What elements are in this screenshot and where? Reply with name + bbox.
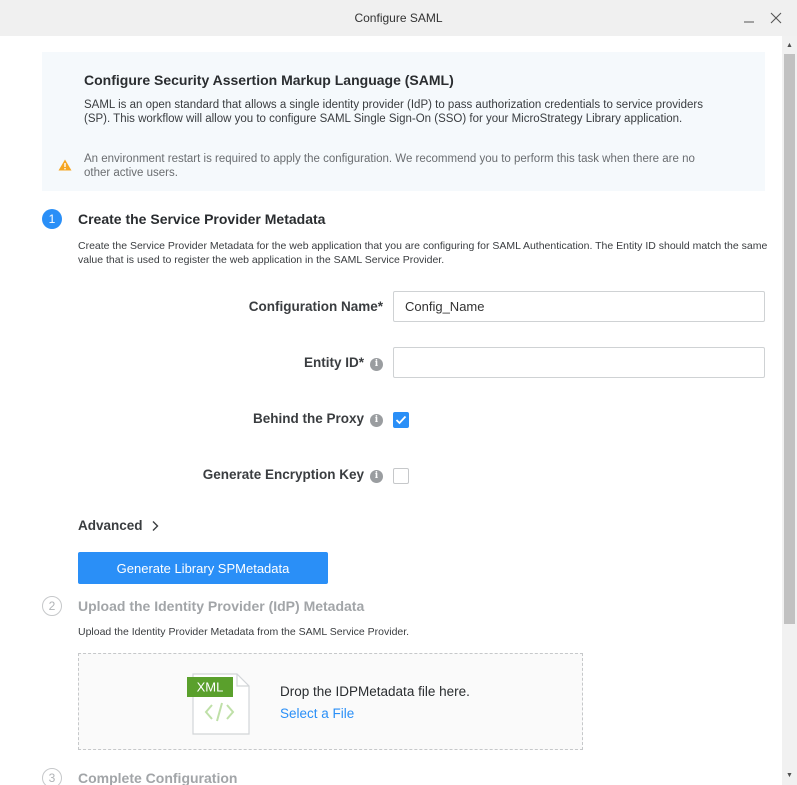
xml-file-icon: XML <box>187 673 250 735</box>
xml-badge-text: XML <box>197 680 224 695</box>
step-1-badge: 1 <box>42 209 62 229</box>
step-1-title: Create the Service Provider Metadata <box>78 211 326 227</box>
title-bar: Configure SAML <box>0 0 797 36</box>
encryption-key-label-row: Generate Encryption Key i <box>203 467 383 483</box>
banner-description: SAML is an open standard that allows a s… <box>84 99 703 125</box>
banner-title: Configure Security Assertion Markup Lang… <box>84 72 454 88</box>
info-icon[interactable]: i <box>370 357 383 371</box>
advanced-label: Advanced <box>78 518 143 533</box>
advanced-toggle[interactable]: Advanced <box>78 518 159 533</box>
step-3-title: Complete Configuration <box>78 770 238 785</box>
config-name-input[interactable] <box>393 291 765 322</box>
chevron-right-icon <box>151 520 159 532</box>
encryption-key-label: Generate Encryption Key <box>202 467 364 482</box>
behind-proxy-checkbox[interactable] <box>393 412 409 428</box>
scroll-down-arrow-icon[interactable]: ▼ <box>785 771 794 780</box>
scrollbar[interactable]: ▲ ▼ <box>782 36 797 785</box>
select-file-link[interactable]: Select a File <box>280 706 354 721</box>
step-1-description: Create the Service Provider Metadata for… <box>78 240 768 266</box>
info-icon[interactable]: i <box>370 413 383 427</box>
entity-id-label: Entity ID* <box>303 355 364 370</box>
window-title: Configure SAML <box>354 11 443 25</box>
behind-proxy-label-row: Behind the Proxy i <box>253 411 383 427</box>
minimize-icon[interactable] <box>740 9 758 27</box>
step-3-badge: 3 <box>42 768 62 785</box>
info-banner: Configure Security Assertion Markup Lang… <box>42 52 765 191</box>
behind-proxy-label: Behind the Proxy <box>252 411 364 426</box>
drop-text: Drop the IDPMetadata file here. <box>280 684 470 699</box>
idp-metadata-dropzone[interactable]: XML Drop the IDPMetadata file here. Sele… <box>78 653 583 750</box>
scrollbar-thumb[interactable] <box>784 54 795 624</box>
step-2-description: Upload the Identity Provider Metadata fr… <box>78 626 410 638</box>
generate-spmetadata-button[interactable]: Generate Library SPMetadata <box>78 552 328 584</box>
dialog-content: Configure Security Assertion Markup Lang… <box>0 36 782 785</box>
entity-id-input[interactable] <box>393 347 765 378</box>
info-icon[interactable]: i <box>370 469 383 483</box>
close-icon[interactable] <box>767 9 785 27</box>
config-name-label: Configuration Name* <box>248 299 383 314</box>
warning-icon <box>58 159 72 171</box>
checkmark-icon <box>395 415 407 425</box>
scroll-up-arrow-icon[interactable]: ▲ <box>785 41 794 50</box>
step-2-title: Upload the Identity Provider (IdP) Metad… <box>78 598 365 614</box>
entity-id-label-row: Entity ID* i <box>304 355 383 371</box>
step-2-badge: 2 <box>42 596 62 616</box>
banner-warning: An environment restart is required to ap… <box>84 153 695 179</box>
encryption-key-checkbox[interactable] <box>393 468 409 484</box>
